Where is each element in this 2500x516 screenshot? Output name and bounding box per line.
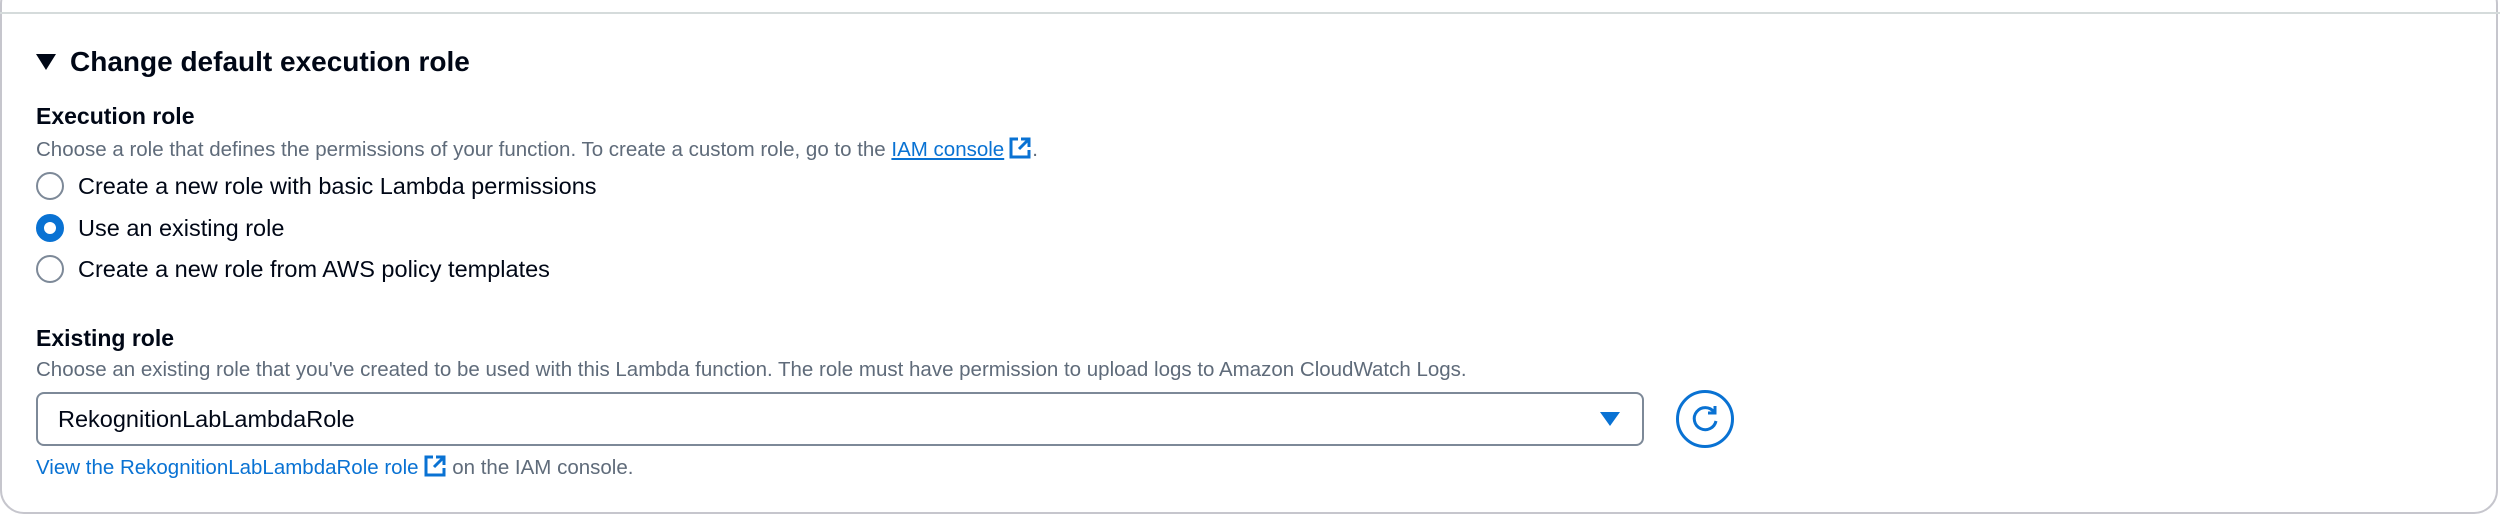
radio-button-selected[interactable] — [36, 214, 64, 242]
iam-console-link[interactable]: IAM console — [891, 138, 1004, 161]
radio-button[interactable] — [36, 255, 64, 283]
chevron-down-icon — [1600, 412, 1620, 426]
section-toggle[interactable]: Change default execution role — [36, 42, 470, 82]
existing-role-description: Choose an existing role that you've crea… — [36, 358, 1467, 381]
radio-label: Create a new role with basic Lambda perm… — [78, 172, 597, 199]
existing-role-select[interactable]: RekognitionLabLambdaRole — [36, 392, 1644, 446]
refresh-button[interactable] — [1676, 390, 1734, 448]
radio-label: Use an existing role — [78, 214, 285, 241]
top-divider — [0, 12, 2500, 14]
caret-down-icon — [36, 54, 56, 70]
execution-role-label: Execution role — [36, 103, 195, 129]
radio-create-basic-role[interactable]: Create a new role with basic Lambda perm… — [36, 171, 597, 201]
section-title: Change default execution role — [70, 46, 470, 77]
external-link-icon[interactable] — [1008, 136, 1032, 160]
radio-use-existing-role[interactable]: Use an existing role — [36, 213, 284, 243]
execution-role-description: Choose a role that defines the permissio… — [36, 136, 1038, 161]
view-role-link[interactable]: View the RekognitionLabLambdaRole role — [36, 456, 419, 479]
external-link-icon[interactable] — [423, 454, 447, 478]
refresh-icon — [1692, 406, 1718, 432]
existing-role-selected-value: RekognitionLabLambdaRole — [58, 405, 355, 432]
radio-button[interactable] — [36, 172, 64, 200]
radio-create-from-templates[interactable]: Create a new role from AWS policy templa… — [36, 254, 550, 284]
view-role-line: View the RekognitionLabLambdaRole role o… — [36, 454, 634, 479]
existing-role-label: Existing role — [36, 325, 175, 351]
radio-label: Create a new role from AWS policy templa… — [78, 255, 550, 282]
